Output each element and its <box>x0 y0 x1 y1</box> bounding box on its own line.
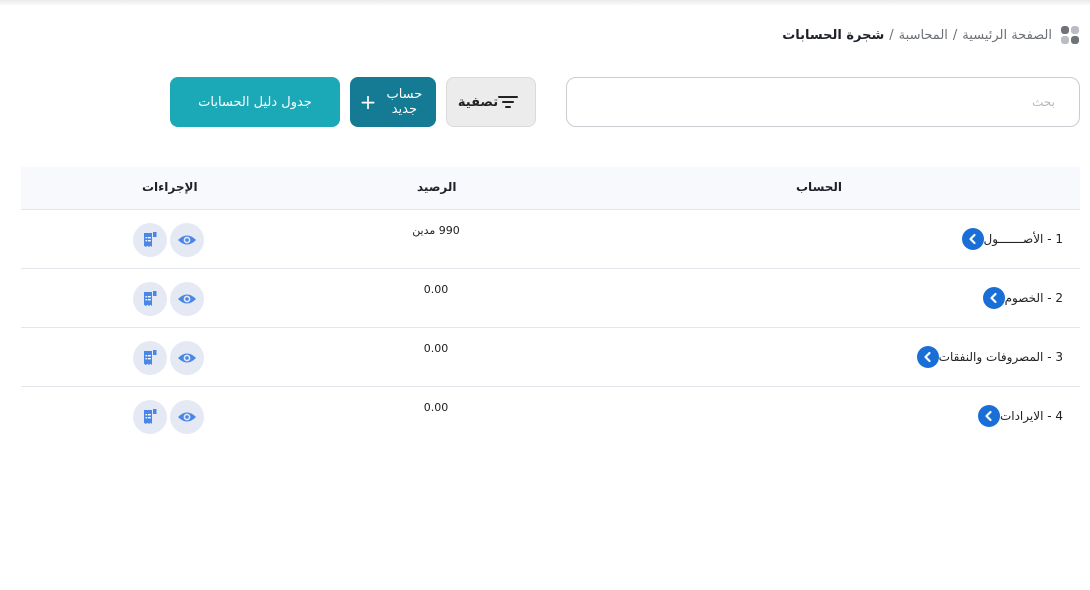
account-name: 4 - الايرادات <box>999 409 1063 423</box>
new-account-button[interactable]: + حساب جديد <box>350 77 436 127</box>
account-cell: 2 - الخصوم <box>982 287 1069 309</box>
table-row: 1 - الأصـــــــول 990 مدين <box>21 210 1080 269</box>
header-actions: الإجراءات <box>142 180 198 194</box>
account-name: 1 - الأصـــــــول <box>983 232 1064 246</box>
balance-value: 990 مدين <box>412 224 460 237</box>
filter-button[interactable]: تصفية <box>446 77 536 127</box>
eye-icon[interactable] <box>170 223 204 257</box>
balance-value: 0.00 <box>423 401 449 414</box>
chevron-left-icon[interactable] <box>977 405 1000 427</box>
accounts-table: الحساب الرصيد الإجراءات 1 - الأصـــــــو… <box>21 167 1080 446</box>
breadcrumb-separator: / <box>952 27 958 43</box>
filter-lines-icon <box>498 95 519 109</box>
account-name: 2 - الخصوم <box>1004 291 1063 305</box>
account-name: 3 - المصروفات والنفقات <box>938 350 1063 364</box>
receipt-icon[interactable] <box>133 223 167 257</box>
breadcrumb-accounting-link[interactable]: المحاسبة <box>899 28 948 43</box>
table-row: 2 - الخصوم 0.00 <box>21 269 1080 328</box>
table-row: 4 - الايرادات 0.00 <box>21 387 1080 446</box>
table-header: الحساب الرصيد الإجراءات <box>21 167 1080 210</box>
row-actions <box>133 282 204 316</box>
row-actions <box>133 400 204 434</box>
filter-button-label: تصفية <box>457 94 499 110</box>
breadcrumb-separator: / <box>889 27 894 43</box>
grid-icon <box>1060 25 1080 45</box>
chevron-left-icon[interactable] <box>916 346 939 368</box>
row-actions <box>133 341 204 375</box>
chart-of-accounts-table-button[interactable]: جدول دليل الحسابات <box>170 77 340 127</box>
plus-icon: + <box>359 90 377 114</box>
header-account: الحساب <box>796 180 843 194</box>
breadcrumb: الصفحة الرئيسية / المحاسبة / شجرة الحساب… <box>782 24 1080 46</box>
balance-value: 0.00 <box>423 283 449 296</box>
top-shadow-bar <box>0 0 1090 6</box>
chevron-left-icon[interactable] <box>961 228 984 250</box>
balance-value: 0.00 <box>423 342 449 355</box>
eye-icon[interactable] <box>170 400 204 434</box>
breadcrumb-home-link[interactable]: الصفحة الرئيسية <box>962 28 1052 43</box>
receipt-icon[interactable] <box>133 282 167 316</box>
header-balance: الرصيد <box>417 180 457 194</box>
table-row: 3 - المصروفات والنفقات 0.00 <box>21 328 1080 387</box>
account-cell: 1 - الأصـــــــول <box>961 228 1070 250</box>
account-cell: 3 - المصروفات والنفقات <box>916 346 1069 368</box>
receipt-icon[interactable] <box>133 341 167 375</box>
row-actions <box>133 223 204 257</box>
chart-of-accounts-table-label: جدول دليل الحسابات <box>198 94 312 110</box>
eye-icon[interactable] <box>170 282 204 316</box>
account-cell: 4 - الايرادات <box>977 405 1069 427</box>
new-account-label: حساب جديد <box>386 87 423 117</box>
chevron-left-icon[interactable] <box>982 287 1005 309</box>
eye-icon[interactable] <box>170 341 204 375</box>
breadcrumb-current: شجرة الحسابات <box>782 27 885 43</box>
receipt-icon[interactable] <box>133 400 167 434</box>
search-input[interactable] <box>566 77 1080 127</box>
